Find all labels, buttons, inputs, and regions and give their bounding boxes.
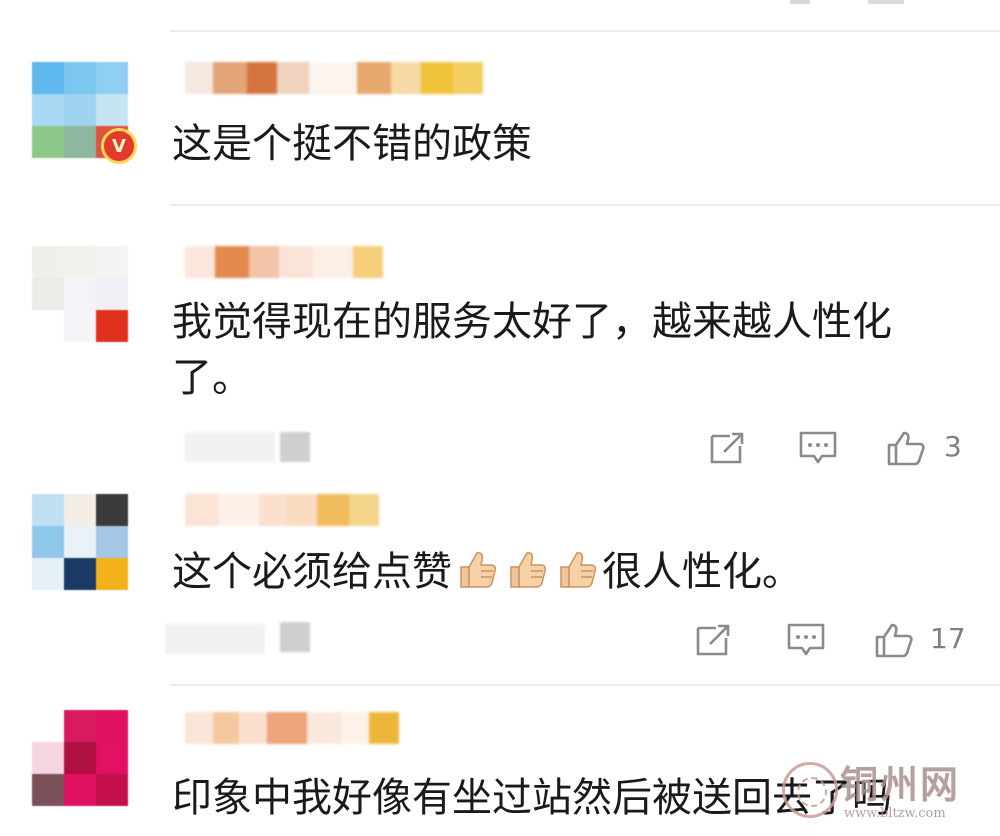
comment-meta-row: 17 bbox=[0, 620, 1000, 660]
comment-text: 这个必须给点赞 很人性化。 bbox=[172, 544, 932, 600]
top-strip bbox=[0, 0, 1000, 30]
username-blurred[interactable] bbox=[185, 712, 399, 744]
comment-text-before: 这个必须给点赞 bbox=[172, 549, 452, 595]
blurred-timestamp bbox=[280, 622, 310, 652]
thumbs-up-icon[interactable] bbox=[886, 430, 926, 466]
watermark-url: www.bltzw.com bbox=[844, 806, 946, 821]
divider bbox=[170, 30, 1000, 32]
watermark-title: 铜州网 bbox=[840, 762, 961, 807]
blurred-meta bbox=[790, 0, 810, 4]
blurred-meta bbox=[868, 0, 904, 4]
comment-meta-row: 3 bbox=[0, 428, 1000, 468]
verified-badge-icon: V bbox=[101, 128, 137, 164]
watermark-logo: 铜州网 www.bltzw.com bbox=[782, 756, 992, 828]
thumbs-up-emoji-icon bbox=[555, 547, 599, 591]
divider bbox=[170, 684, 1000, 686]
username-blurred[interactable] bbox=[185, 494, 379, 526]
comment-text: 这是个挺不错的政策 bbox=[172, 121, 532, 167]
comment-icon[interactable] bbox=[798, 430, 838, 466]
blurred-timestamp bbox=[280, 432, 310, 462]
avatar[interactable] bbox=[32, 494, 128, 590]
like-count: 17 bbox=[930, 622, 966, 655]
comment-text: 我觉得现在的服务太好了，越来越人性化了。 bbox=[172, 299, 892, 401]
username-blurred[interactable] bbox=[185, 246, 383, 278]
blurred-timestamp bbox=[185, 432, 275, 462]
divider bbox=[170, 204, 1000, 206]
seal-icon bbox=[782, 762, 838, 818]
username-blurred[interactable] bbox=[185, 62, 483, 94]
comment-text-after: 很人性化。 bbox=[602, 549, 802, 595]
avatar[interactable] bbox=[32, 246, 128, 342]
share-icon[interactable] bbox=[708, 430, 748, 466]
share-icon[interactable] bbox=[694, 622, 734, 658]
thumbs-up-icon[interactable] bbox=[874, 622, 914, 658]
blurred-timestamp bbox=[165, 624, 265, 654]
avatar[interactable] bbox=[32, 710, 128, 806]
like-count: 3 bbox=[944, 430, 962, 463]
thumbs-up-emoji-icon bbox=[455, 547, 499, 591]
thumbs-up-emoji-icon bbox=[505, 547, 549, 591]
comment-icon[interactable] bbox=[786, 622, 826, 658]
